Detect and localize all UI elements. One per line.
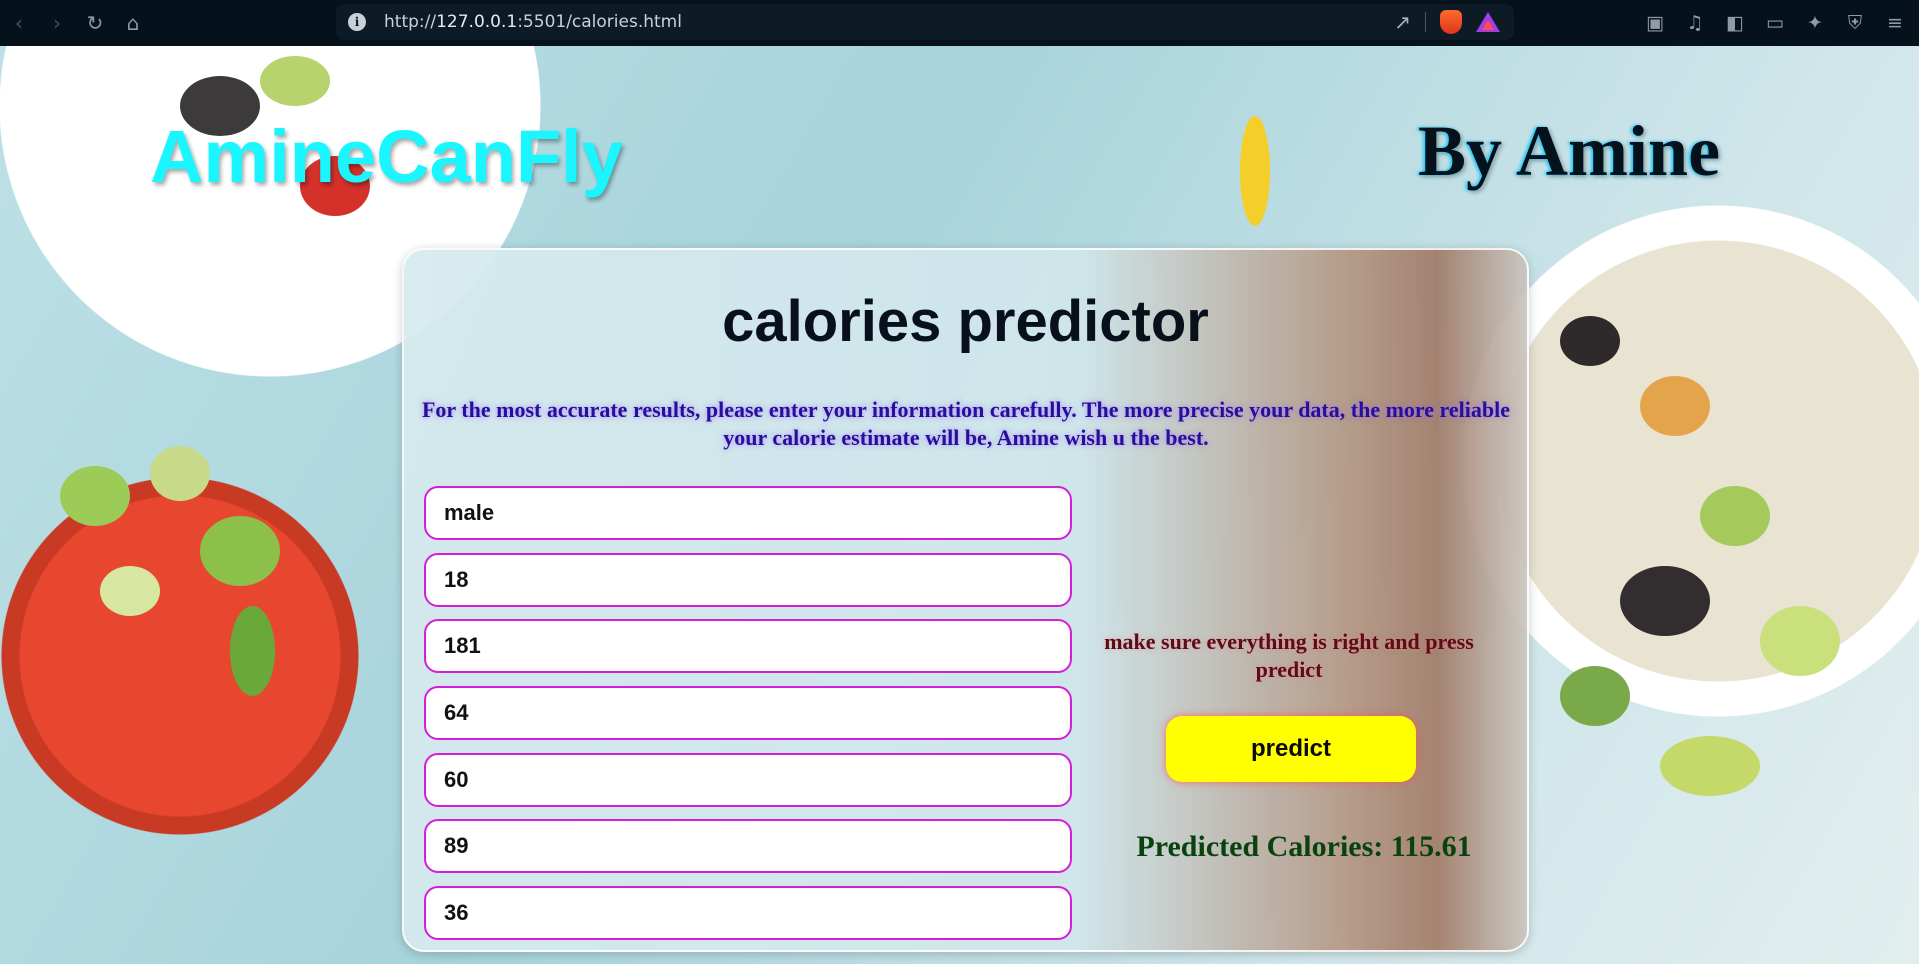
leo-ai-icon[interactable]: ✦ <box>1805 12 1825 34</box>
back-icon[interactable]: ‹ <box>0 0 38 46</box>
url-prefix: http:// <box>384 12 437 32</box>
age-input[interactable] <box>424 552 1072 607</box>
url-text[interactable]: http://127.0.0.1:5501/calories.html <box>384 12 682 32</box>
weight-input[interactable] <box>424 686 1072 741</box>
byline: By Amine <box>1418 111 1721 191</box>
brave-rewards-icon[interactable] <box>1476 12 1500 32</box>
result-text: Predicted Calories: 115.61 <box>1136 830 1472 863</box>
url-rest: :5501/calories.html <box>517 12 682 32</box>
menu-icon[interactable]: ≡ <box>1885 12 1905 34</box>
page-title: calories predictor <box>722 289 1209 354</box>
address-bar[interactable]: i http://127.0.0.1:5501/calories.html ↗ <box>336 4 1514 40</box>
media-icon[interactable]: ♫ <box>1685 12 1705 34</box>
predictor-card: calories predictor For the most accurate… <box>402 248 1529 952</box>
duration-input[interactable] <box>424 752 1072 807</box>
reader-mode-icon[interactable]: ▣ <box>1645 12 1665 34</box>
reload-icon[interactable]: ↻ <box>76 0 114 46</box>
heart-rate-input[interactable] <box>424 819 1072 874</box>
forward-icon[interactable]: › <box>38 0 76 46</box>
page-background: AmineCanFly By Amine calories predictor … <box>0 46 1919 964</box>
predict-button[interactable]: predict <box>1166 716 1416 782</box>
gender-input[interactable] <box>424 486 1072 540</box>
instruction-text: make sure everything is right and press … <box>1104 629 1474 682</box>
site-info-icon[interactable]: i <box>348 13 366 31</box>
home-icon[interactable]: ⌂ <box>114 0 152 46</box>
browser-toolbar: ‹ › ↻ ⌂ i http://127.0.0.1:5501/calories… <box>0 0 1919 46</box>
sidebar-icon[interactable]: ◧ <box>1725 12 1745 34</box>
input-form <box>424 486 1072 953</box>
url-host: 127.0.0.1 <box>436 12 518 32</box>
brave-shields-icon[interactable] <box>1440 10 1462 34</box>
body-temp-input[interactable] <box>424 886 1072 941</box>
share-icon[interactable]: ↗ <box>1394 10 1411 34</box>
vpn-icon[interactable]: ⛨ <box>1845 12 1865 34</box>
wallet-icon[interactable]: ▭ <box>1765 12 1785 34</box>
divider <box>1425 12 1426 32</box>
height-input[interactable] <box>424 619 1072 674</box>
description-text: For the most accurate results, please en… <box>421 397 1511 450</box>
brand-logo: AmineCanFly <box>150 115 623 198</box>
